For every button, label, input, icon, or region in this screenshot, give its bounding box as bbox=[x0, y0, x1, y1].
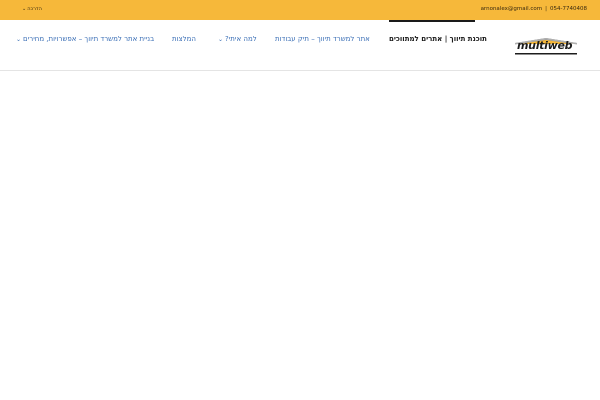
nav-item-label: למה איתי? bbox=[225, 35, 257, 43]
chevron-down-icon: ⌄ bbox=[16, 36, 22, 43]
email-link[interactable]: arnonalex@gmail.com bbox=[481, 6, 543, 12]
page-content bbox=[0, 71, 600, 400]
chevron-down-icon: ⌄ bbox=[22, 6, 27, 12]
guide-menu[interactable]: ⌄הדרכה bbox=[22, 6, 42, 12]
guide-label: הדרכה bbox=[27, 6, 42, 12]
logo-text: multiweb bbox=[517, 39, 573, 52]
nav-item-pricing[interactable]: בניית אתר למשרד תיווך – אפשרויות, מחירים… bbox=[16, 35, 154, 43]
site-logo[interactable]: multiweb bbox=[513, 37, 579, 55]
nav-item-label: המלצות bbox=[172, 35, 196, 43]
nav-item-label: אתר למשרד תיווך – תיק עבודות bbox=[275, 35, 370, 43]
phone-number[interactable]: 054-7740408 bbox=[550, 6, 587, 12]
contact-info: arnonalex@gmail.com | 054-7740408 bbox=[481, 6, 587, 12]
nav-item-label: בניית אתר למשרד תיווך – אפשרויות, מחירים bbox=[23, 35, 155, 43]
site-header: multiweb תוכנת תיווך | אתרים למתווכים את… bbox=[0, 20, 600, 71]
nav-item-portfolio[interactable]: אתר למשרד תיווך – תיק עבודות bbox=[275, 35, 370, 43]
page: arnonalex@gmail.com | 054-7740408 ⌄הדרכה m… bbox=[0, 0, 600, 400]
top-bar: arnonalex@gmail.com | 054-7740408 ⌄הדרכה bbox=[0, 0, 600, 20]
nav-item-testimonials[interactable]: המלצות bbox=[172, 35, 196, 43]
contact-separator: | bbox=[545, 6, 548, 12]
nav-item-why-me[interactable]: למה איתי?⌄ bbox=[218, 35, 257, 43]
nav-item-software[interactable]: תוכנת תיווך | אתרים למתווכים bbox=[389, 35, 487, 43]
nav-item-label: תוכנת תיווך | אתרים למתווכים bbox=[389, 35, 487, 43]
active-nav-indicator bbox=[389, 20, 475, 22]
chevron-down-icon: ⌄ bbox=[218, 36, 224, 43]
